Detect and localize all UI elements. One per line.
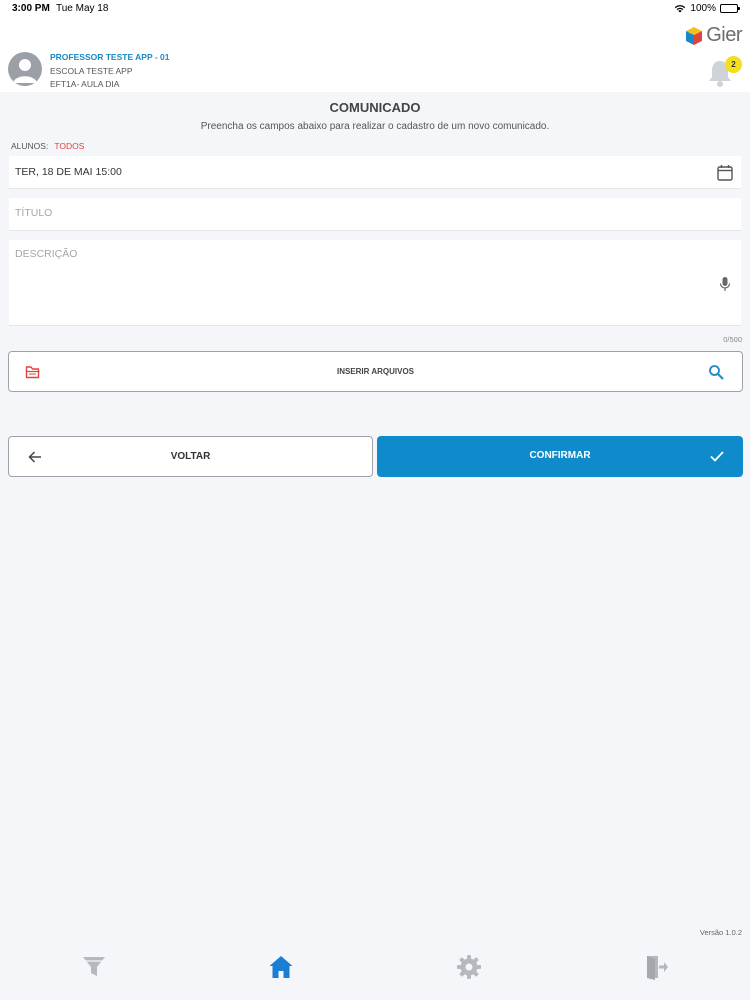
cube-logo-icon <box>686 26 703 45</box>
page-title: COMUNICADO <box>329 100 421 115</box>
title-field[interactable] <box>9 198 741 231</box>
tab-bar <box>0 940 750 1000</box>
microphone-icon[interactable] <box>719 276 731 292</box>
battery-percent: 100% <box>690 3 716 14</box>
date-value: TER, 18 DE MAI 15:00 <box>15 166 122 178</box>
students-value[interactable]: TODOS <box>54 141 84 151</box>
check-icon <box>710 451 724 462</box>
back-label: VOLTAR <box>170 451 211 462</box>
char-counter: 0/500 <box>723 335 742 344</box>
avatar[interactable] <box>8 52 42 86</box>
filter-icon <box>83 957 105 976</box>
students-label: ALUNOS: <box>11 141 49 151</box>
user-name: PROFESSOR TESTE APP - 01 <box>50 52 170 62</box>
app-header: PROFESSOR TESTE APP - 01 ESCOLA TESTE AP… <box>0 18 750 92</box>
notification-badge: 2 <box>725 56 742 73</box>
status-time: 3:00 PM <box>12 3 50 14</box>
logout-icon <box>647 956 668 980</box>
user-school: ESCOLA TESTE APP <box>50 66 133 76</box>
search-icon[interactable] <box>708 364 724 380</box>
home-icon <box>269 956 293 978</box>
insert-files-label: INSERIR ARQUIVOS <box>336 367 415 376</box>
tab-filter[interactable] <box>81 954 107 980</box>
status-date: Tue May 18 <box>56 3 109 14</box>
gear-icon <box>457 955 481 979</box>
confirm-label: CONFIRMAR <box>529 450 591 461</box>
user-icon <box>13 59 37 83</box>
logo-text: Gier <box>706 24 742 46</box>
description-input[interactable] <box>15 248 705 318</box>
tab-settings[interactable] <box>456 954 482 980</box>
battery-icon <box>720 4 740 13</box>
status-right: 100% <box>674 3 740 14</box>
logo: Gier <box>685 24 742 47</box>
page-subtitle: Preencha os campos abaixo para realizar … <box>200 121 550 132</box>
description-field[interactable] <box>9 240 741 326</box>
students-selector[interactable]: ALUNOS: TODOS <box>11 141 84 151</box>
status-bar: 3:00 PM Tue May 18 100% <box>0 0 750 18</box>
wifi-icon <box>675 5 686 13</box>
confirm-button[interactable]: CONFIRMAR <box>377 436 743 477</box>
calendar-icon[interactable] <box>717 164 733 181</box>
user-class: EFT1A- AULA DIA <box>50 79 120 89</box>
back-button[interactable]: VOLTAR <box>8 436 373 477</box>
app-version: Versão 1.0.2 <box>699 928 742 937</box>
tab-home[interactable] <box>268 954 294 980</box>
title-input[interactable] <box>15 207 715 219</box>
tab-logout[interactable] <box>643 954 669 980</box>
date-field[interactable]: TER, 18 DE MAI 15:00 <box>9 156 741 189</box>
insert-files-button[interactable]: INSERIR ARQUIVOS <box>8 351 743 392</box>
